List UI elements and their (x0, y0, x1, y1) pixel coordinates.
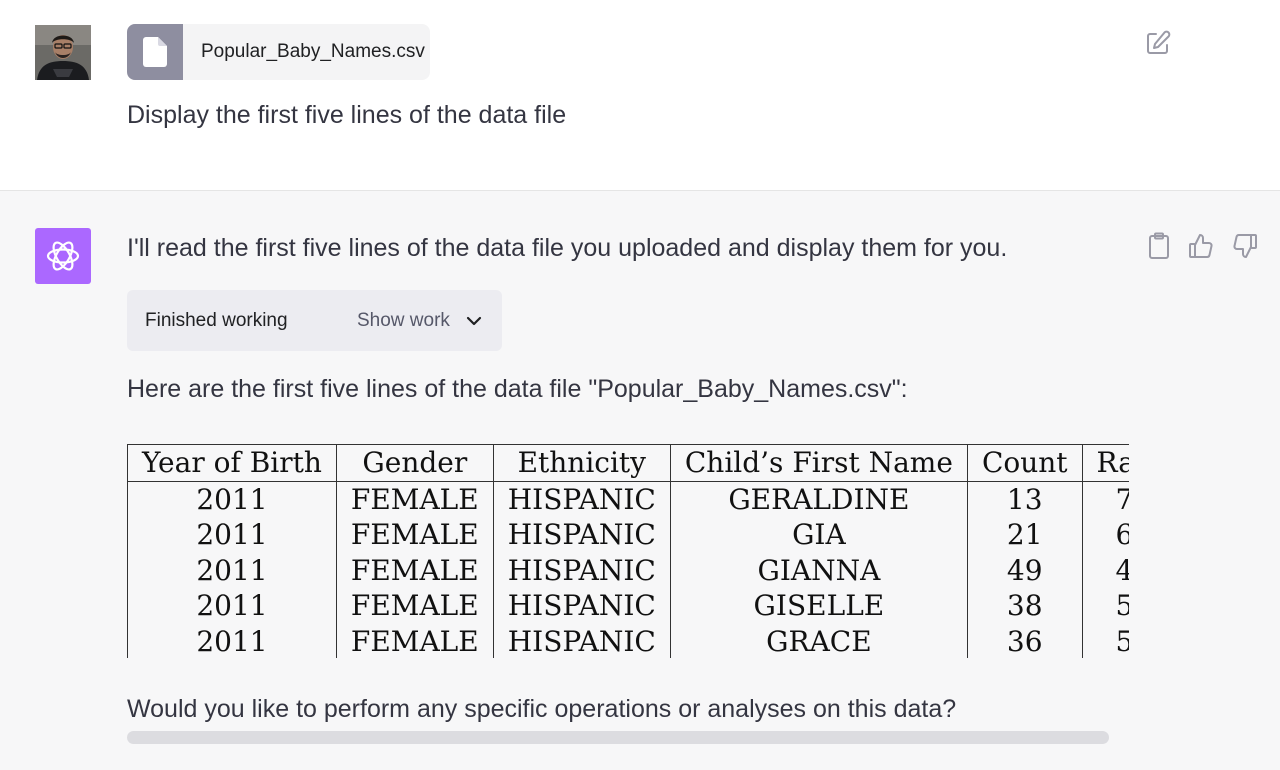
table-cell: HISPANIC (493, 552, 671, 588)
table-row: 2011 FEMALE HISPANIC GIA 21 67 (128, 517, 1129, 553)
thumbs-up-icon[interactable] (1188, 232, 1214, 260)
table-cell: 2011 (128, 481, 337, 517)
follow-up-text: Would you like to perform any specific o… (127, 695, 957, 723)
show-work-label: Show work (357, 309, 450, 331)
horizontal-scrollbar[interactable] (127, 731, 1109, 744)
clipboard-icon[interactable] (1146, 232, 1172, 260)
table-cell: 2011 (128, 623, 337, 658)
table-cell: 67 (1082, 517, 1129, 553)
table-header-row: Year of Birth Gender Ethnicity Child’s F… (128, 444, 1129, 481)
table-cell: 49 (967, 552, 1083, 588)
file-icon (127, 24, 183, 80)
table-cell: 2011 (128, 588, 337, 624)
table-cell: 21 (967, 517, 1083, 553)
table-cell: FEMALE (336, 481, 494, 517)
column-header: Year of Birth (128, 444, 337, 481)
work-status-panel: Finished working Show work (127, 290, 502, 351)
show-work-toggle[interactable]: Show work (357, 290, 484, 351)
table-cell: HISPANIC (493, 588, 671, 624)
column-header: Gender (336, 444, 494, 481)
table-cell: GIA (670, 517, 968, 553)
table-cell: FEMALE (336, 552, 494, 588)
thumbs-down-icon[interactable] (1232, 232, 1258, 260)
table-row: 2011 FEMALE HISPANIC GRACE 36 53 (128, 623, 1129, 658)
chevron-down-icon (464, 311, 484, 331)
table-cell: HISPANIC (493, 517, 671, 553)
table-cell: FEMALE (336, 588, 494, 624)
data-table: Year of Birth Gender Ethnicity Child’s F… (128, 444, 1129, 658)
table-cell: GERALDINE (670, 481, 968, 517)
work-status-label: Finished working (145, 310, 288, 331)
edit-icon[interactable] (1145, 30, 1171, 56)
table-cell: 53 (1082, 623, 1129, 658)
column-header: Count (967, 444, 1083, 481)
table-cell: HISPANIC (493, 481, 671, 517)
assistant-avatar (35, 228, 91, 284)
user-message-text: Display the first five lines of the data… (127, 101, 567, 129)
assistant-intro-text: I'll read the first five lines of the da… (127, 234, 1008, 262)
table-cell: GISELLE (670, 588, 968, 624)
table-cell: GRACE (670, 623, 968, 658)
column-header: Ethnicity (493, 444, 671, 481)
result-intro-text: Here are the first five lines of the dat… (127, 375, 908, 403)
user-message: Popular_Baby_Names.csv Display the first… (0, 0, 1280, 191)
table-cell: 36 (967, 623, 1083, 658)
data-table-container[interactable]: Year of Birth Gender Ethnicity Child’s F… (127, 444, 1129, 658)
table-cell: GIANNA (670, 552, 968, 588)
column-header: Rank (1082, 444, 1129, 481)
table-cell: FEMALE (336, 623, 494, 658)
file-name: Popular_Baby_Names.csv (201, 41, 425, 62)
table-cell: 38 (967, 588, 1083, 624)
table-cell: 13 (967, 481, 1083, 517)
table-cell: HISPANIC (493, 623, 671, 658)
table-row: 2011 FEMALE HISPANIC GERALDINE 13 75 (128, 481, 1129, 517)
table-cell: 2011 (128, 552, 337, 588)
table-row: 2011 FEMALE HISPANIC GISELLE 38 51 (128, 588, 1129, 624)
column-header: Child’s First Name (670, 444, 968, 481)
table-cell: 75 (1082, 481, 1129, 517)
table-cell: 2011 (128, 517, 337, 553)
table-cell: 42 (1082, 552, 1129, 588)
table-row: 2011 FEMALE HISPANIC GIANNA 49 42 (128, 552, 1129, 588)
table-cell: FEMALE (336, 517, 494, 553)
table-cell: 51 (1082, 588, 1129, 624)
openai-logo-icon (46, 241, 80, 271)
file-attachment[interactable]: Popular_Baby_Names.csv (127, 24, 430, 80)
user-avatar (35, 25, 91, 80)
